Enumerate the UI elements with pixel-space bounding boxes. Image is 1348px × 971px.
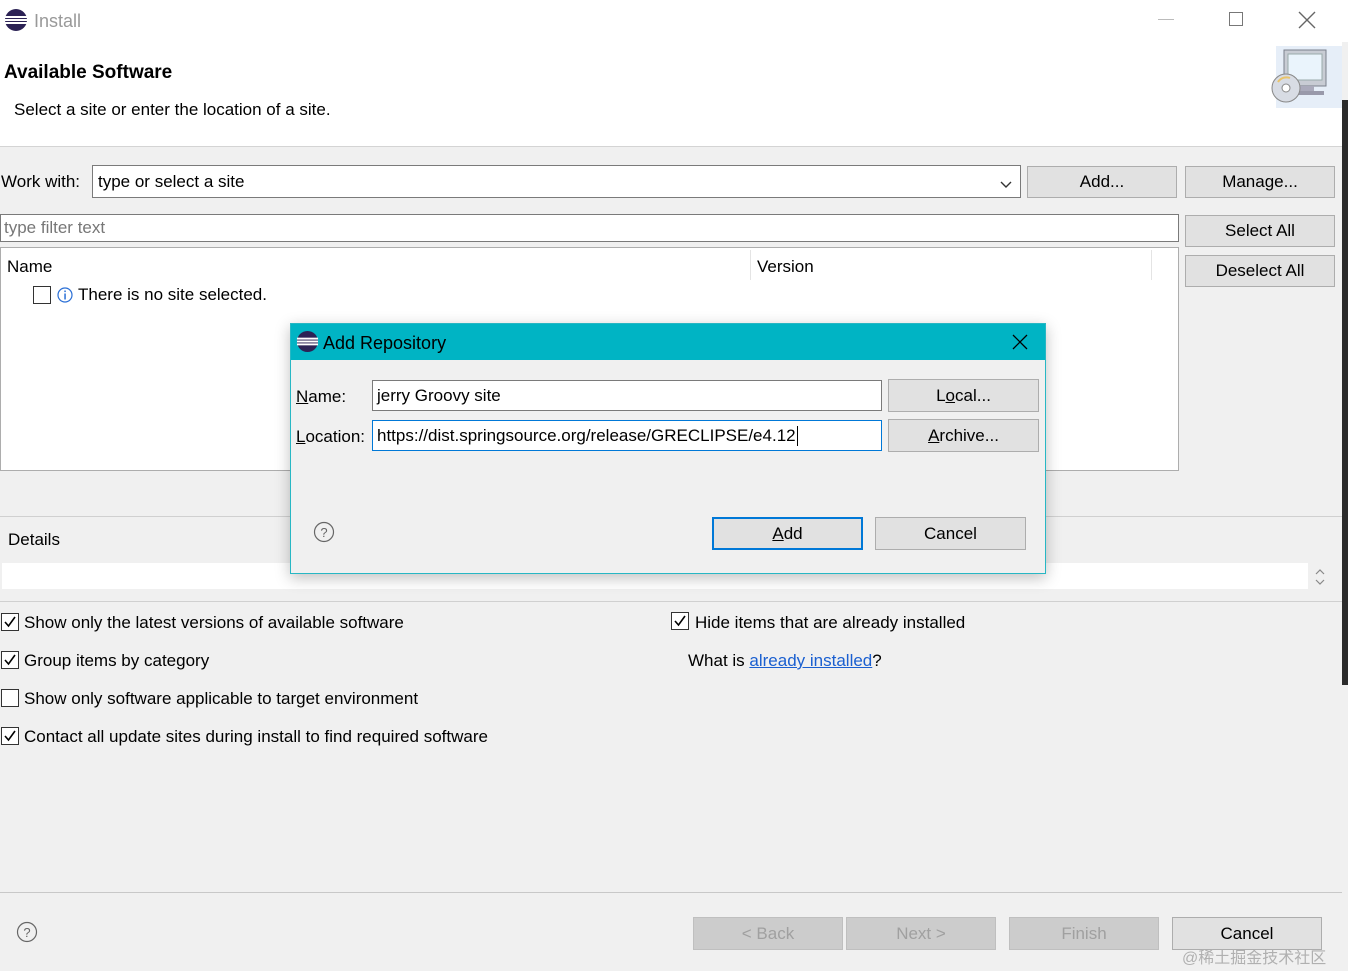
dialog-cancel-button[interactable]: Cancel [875,517,1026,550]
add-mnemonic: A [772,523,784,543]
wizard-header: Available Software Select a site or ente… [0,42,1342,147]
column-header-name[interactable]: Name [7,257,52,277]
column-header-version[interactable]: Version [757,257,814,277]
next-button[interactable]: Next > [846,917,996,950]
install-computer-icon [1268,46,1342,110]
repository-location-input[interactable]: https://dist.springsource.org/release/GR… [372,420,882,451]
help-icon[interactable]: ? [16,921,38,943]
local-pre: L [936,385,946,405]
column-divider [1151,250,1152,280]
window-title: Install [34,11,82,31]
already-installed-link[interactable]: already installed [749,651,872,670]
dialog-close-icon[interactable] [1011,333,1029,351]
details-scroll-icon[interactable] [1312,565,1328,589]
dialog-title-bar: Add Repository [291,324,1045,360]
maximize-icon[interactable] [1229,12,1243,26]
show-applicable-label: Show only software applicable to target … [24,689,419,708]
row-text: There is no site selected. [78,285,267,304]
dialog-title: Add Repository [323,333,447,353]
name-label: Name: [296,387,346,407]
archive-mnemonic: A [928,425,940,445]
text-cursor [796,425,798,446]
chevron-down-icon[interactable] [1000,176,1012,188]
group-by-category-label: Group items by category [24,651,210,670]
repository-name-value: jerry Groovy site [377,385,501,405]
page-subtitle: Select a site or enter the location of a… [14,100,331,119]
watermark: @稀土掘金技术社区 [1182,950,1327,967]
what-is-suffix: ? [872,651,882,670]
close-icon[interactable] [1297,10,1317,30]
finish-button[interactable]: Finish [1009,917,1159,950]
repository-name-input[interactable]: jerry Groovy site [372,380,882,411]
archive-rest: rchive... [939,425,999,445]
eclipse-logo-icon [296,330,319,353]
contact-all-checkbox[interactable] [1,727,19,745]
local-mnemonic: o [945,385,956,405]
back-button[interactable]: < Back [693,917,843,950]
details-bottom-border [0,601,1342,602]
page-title: Available Software [4,62,173,83]
group-by-category-checkbox[interactable] [1,651,19,669]
name-label-mnemonic: N [296,387,309,406]
deselect-all-button[interactable]: Deselect All [1185,255,1335,287]
show-latest-checkbox[interactable] [1,613,19,631]
show-latest-label: Show only the latest versions of availab… [24,613,404,632]
contact-all-label: Contact all update sites during install … [24,727,488,746]
title-bar: Install [0,0,1348,42]
location-label-rest: ocation: [305,427,366,446]
footer-separator [0,892,1342,893]
select-all-button[interactable]: Select All [1185,215,1335,247]
info-icon [57,287,73,303]
what-is-installed: What is already installed? [688,651,882,671]
add-site-button[interactable]: Add... [1027,166,1177,198]
details-label: Details [8,530,60,549]
column-divider [750,250,751,280]
local-button[interactable]: Lo cal... [888,379,1039,412]
name-label-rest: ame: [308,387,347,406]
dialog-help-icon[interactable]: ? [313,521,335,543]
archive-button[interactable]: Archive... [888,419,1039,452]
eclipse-logo-icon [4,8,28,32]
dialog-add-button[interactable]: Add [712,517,863,550]
background-editor-strip [1342,100,1348,685]
minimize-icon[interactable] [1158,19,1174,20]
hide-installed-label: Hide items that are already installed [695,613,966,632]
location-label: Location: [296,427,365,447]
local-post: cal... [955,385,991,405]
add-repository-dialog: Add Repository Name: jerry Groovy site L… [290,323,1046,574]
svg-text:?: ? [320,525,327,540]
work-with-label: Work with: [1,172,81,191]
filter-placeholder: type filter text [4,218,106,237]
work-with-combo[interactable]: type or select a site [92,165,1021,198]
add-rest: dd [783,523,803,543]
repository-location-value: https://dist.springsource.org/release/GR… [377,425,796,445]
filter-input[interactable]: type filter text [0,214,1179,242]
show-applicable-checkbox[interactable] [1,689,19,707]
manage-button[interactable]: Manage... [1185,166,1335,198]
svg-text:?: ? [23,925,30,940]
table-row: There is no site selected. [1,282,1178,308]
work-with-placeholder: type or select a site [98,171,245,191]
what-is-prefix: What is [688,651,750,670]
hide-installed-checkbox[interactable] [671,612,689,630]
row-checkbox[interactable] [33,286,51,304]
